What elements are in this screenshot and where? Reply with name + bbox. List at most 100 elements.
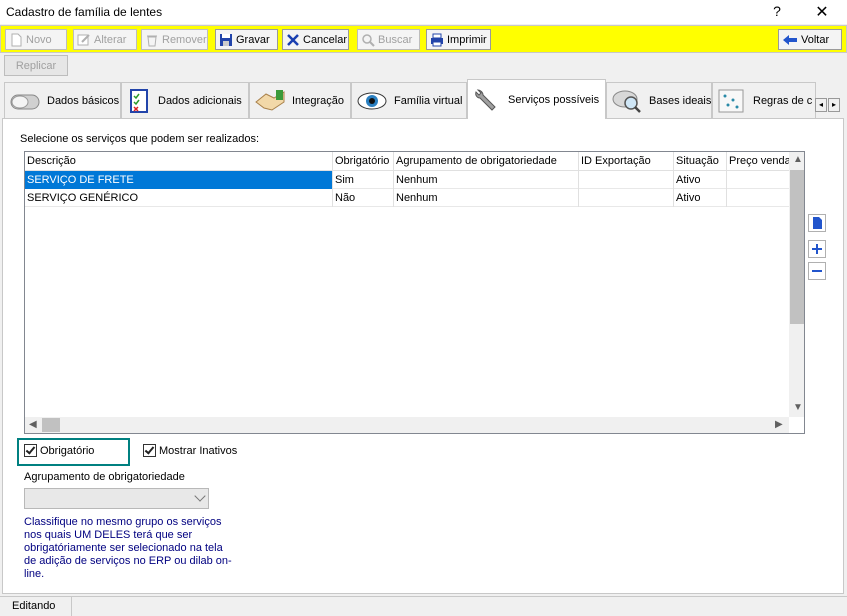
- gravar-button[interactable]: Gravar: [215, 29, 278, 50]
- cell-agrupamento[interactable]: Nenhum: [394, 171, 579, 189]
- cell-descricao[interactable]: SERVIÇO DE FRETE: [25, 171, 333, 189]
- novo-button[interactable]: Novo: [5, 29, 67, 50]
- gravar-label: Gravar: [236, 33, 270, 46]
- cell-obrigatorio[interactable]: Sim: [333, 171, 394, 189]
- tab-label: Dados básicos: [47, 94, 120, 107]
- tab-dados-basicos[interactable]: Dados básicos: [4, 82, 121, 118]
- horizontal-scroll-thumb[interactable]: [42, 418, 60, 432]
- new-page-icon: [813, 217, 822, 229]
- services-grid[interactable]: Descrição Obrigatório Agrupamento de obr…: [24, 151, 805, 434]
- tab-label: Serviços possíveis: [508, 93, 600, 106]
- save-icon: [219, 33, 233, 47]
- tab-strip: Dados básicos Dados adicionais Integraçã…: [0, 79, 847, 119]
- table-row[interactable]: SERVIÇO GENÉRICO Não Nenhum Ativo: [25, 189, 789, 207]
- cell-agrupamento[interactable]: Nenhum: [394, 189, 579, 207]
- cancelar-button[interactable]: Cancelar: [282, 29, 349, 50]
- cell-id-exportacao[interactable]: [579, 171, 674, 189]
- replicar-button[interactable]: Replicar: [4, 55, 68, 76]
- column-header[interactable]: Agrupamento de obrigatoriedade: [394, 152, 579, 170]
- secondary-toolbar: Replicar: [0, 53, 847, 79]
- column-header[interactable]: Descrição: [25, 152, 333, 170]
- tab-servicos-possiveis[interactable]: Serviços possíveis: [467, 79, 606, 119]
- instruction-text: Selecione os serviços que podem ser real…: [20, 133, 260, 145]
- new-document-icon: [9, 33, 23, 47]
- scroll-right-icon[interactable]: ▶: [775, 419, 783, 430]
- tab-label: Família virtual: [394, 94, 463, 107]
- tab-integracao[interactable]: Integração: [249, 82, 351, 118]
- checkbox-box[interactable]: [24, 444, 37, 457]
- agrupamento-select[interactable]: [24, 488, 209, 509]
- plus-icon: [812, 244, 822, 254]
- edit-icon: [77, 33, 91, 47]
- cell-situacao[interactable]: Ativo: [674, 189, 727, 207]
- vertical-scrollbar[interactable]: ▲ ▼: [789, 152, 804, 417]
- column-header[interactable]: Situação: [674, 152, 727, 170]
- checkbox-box[interactable]: [143, 444, 156, 457]
- tab-scroll-right-icon[interactable]: ▸: [828, 98, 840, 112]
- buscar-button[interactable]: Buscar: [357, 29, 420, 50]
- minus-icon: [812, 270, 822, 272]
- tab-familia-virtual[interactable]: Família virtual: [351, 82, 467, 118]
- scroll-down-icon[interactable]: ▼: [793, 402, 803, 413]
- cell-preco-venda[interactable]: [727, 189, 789, 207]
- tab-regras[interactable]: Regras de c: [712, 82, 816, 118]
- tab-scroll-left-icon[interactable]: ◂: [815, 98, 827, 112]
- column-header[interactable]: Obrigatório: [333, 152, 394, 170]
- alterar-label: Alterar: [94, 33, 127, 46]
- remover-label: Remover: [162, 33, 207, 46]
- remover-button[interactable]: Remover: [141, 29, 208, 50]
- column-header[interactable]: Preço venda: [727, 152, 789, 170]
- printer-icon: [430, 33, 444, 47]
- toolbar: Novo Alterar Remover Gravar Cancelar Bus…: [0, 25, 847, 53]
- trash-icon: [145, 33, 159, 47]
- column-header[interactable]: ID Exportação: [579, 152, 674, 170]
- obrigatorio-checkbox[interactable]: Obrigatório: [24, 444, 94, 457]
- tab-label: Regras de c: [753, 94, 813, 107]
- cell-id-exportacao[interactable]: [579, 189, 674, 207]
- search-lens-icon: [611, 88, 643, 114]
- tab-dados-adicionais[interactable]: Dados adicionais: [121, 82, 249, 118]
- cell-preco-venda[interactable]: [727, 171, 789, 189]
- cell-situacao[interactable]: Ativo: [674, 171, 727, 189]
- agrupamento-label: Agrupamento de obrigatoriedade: [24, 471, 185, 483]
- cancel-x-icon: [286, 33, 300, 47]
- voltar-button[interactable]: Voltar: [778, 29, 842, 50]
- obrigatorio-label: Obrigatório: [40, 444, 95, 457]
- wrench-icon: [472, 87, 502, 113]
- search-icon: [361, 33, 375, 47]
- checkmark-icon: [25, 444, 36, 455]
- mostrar-inativos-checkbox[interactable]: Mostrar Inativos: [143, 444, 237, 457]
- tab-label: Integração: [292, 94, 344, 107]
- hint-text: Classifique no mesmo grupo os serviços n…: [24, 516, 232, 580]
- toggle-icon: [9, 88, 41, 114]
- tab-bases-ideais[interactable]: Bases ideais: [606, 82, 712, 118]
- imprimir-button[interactable]: Imprimir: [426, 29, 491, 50]
- cell-descricao[interactable]: SERVIÇO GENÉRICO: [25, 189, 333, 207]
- eye-icon: [356, 88, 388, 114]
- chevron-down-icon: [194, 490, 206, 502]
- handshake-icon: [254, 88, 286, 114]
- cell-obrigatorio[interactable]: Não: [333, 189, 394, 207]
- new-item-button[interactable]: [808, 214, 826, 232]
- add-button[interactable]: [808, 240, 826, 258]
- tab-label: Bases ideais: [649, 94, 712, 107]
- scroll-up-icon[interactable]: ▲: [793, 154, 803, 165]
- horizontal-scrollbar[interactable]: ◀ ▶: [25, 417, 789, 433]
- table-row[interactable]: SERVIÇO DE FRETE Sim Nenhum Ativo: [25, 171, 789, 189]
- imprimir-label: Imprimir: [447, 33, 487, 46]
- tab-label: Dados adicionais: [158, 94, 242, 107]
- checklist-icon: [126, 88, 152, 114]
- status-text: Editando: [0, 597, 72, 616]
- alterar-button[interactable]: Alterar: [73, 29, 137, 50]
- checkmark-icon: [144, 444, 155, 455]
- help-button[interactable]: ?: [770, 3, 784, 19]
- title-bar: Cadastro de família de lentes ? ✕: [0, 0, 847, 25]
- vertical-scroll-thumb[interactable]: [790, 170, 804, 324]
- close-button[interactable]: ✕: [812, 2, 832, 22]
- window-title: Cadastro de família de lentes: [6, 5, 163, 19]
- remove-button[interactable]: [808, 262, 826, 280]
- voltar-label: Voltar: [801, 33, 830, 46]
- grid-header: Descrição Obrigatório Agrupamento de obr…: [25, 152, 789, 171]
- dots-icon: [717, 88, 747, 114]
- scroll-left-icon[interactable]: ◀: [29, 419, 37, 430]
